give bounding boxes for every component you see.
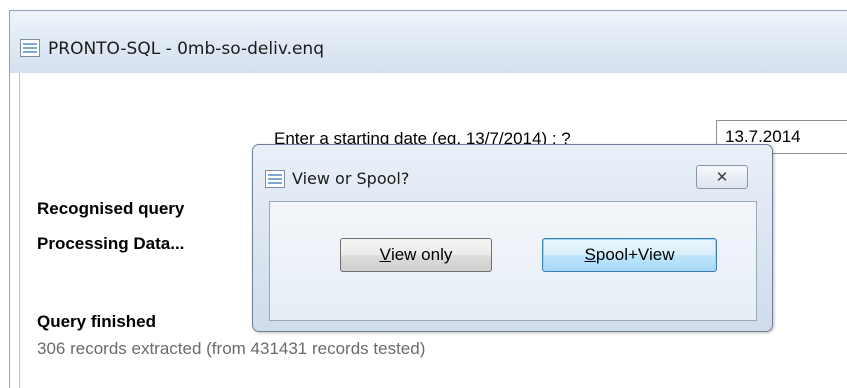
dialog-window-icon [265, 170, 285, 188]
view-only-button[interactable]: View only [340, 238, 492, 272]
dialog-close-button[interactable]: ✕ [696, 165, 748, 189]
status-recognised-query: Recognised query [37, 199, 185, 218]
view-or-spool-dialog: View or Spool? ✕ View only Spool+View [252, 144, 773, 332]
spool-view-mnemonic: S [584, 245, 596, 264]
view-only-label: iew only [390, 245, 453, 264]
dialog-title: View or Spool? [292, 169, 410, 188]
dialog-body: View only Spool+View [269, 201, 757, 321]
main-titlebar[interactable]: PRONTO-SQL - 0mb-so-deliv.enq [10, 11, 847, 73]
spool-view-button[interactable]: Spool+View [542, 238, 717, 272]
status-query-finished: Query finished [37, 312, 157, 331]
status-records-extracted: 306 records extracted (from 431431 recor… [37, 339, 426, 358]
view-only-mnemonic: V [379, 245, 391, 264]
app-window-icon [20, 39, 40, 57]
close-x-icon: ✕ [715, 168, 729, 186]
spool-view-label: pool+View [595, 245, 675, 264]
status-processing-data: Processing Data... [37, 234, 185, 253]
window-title: PRONTO-SQL - 0mb-so-deliv.enq [48, 39, 324, 59]
